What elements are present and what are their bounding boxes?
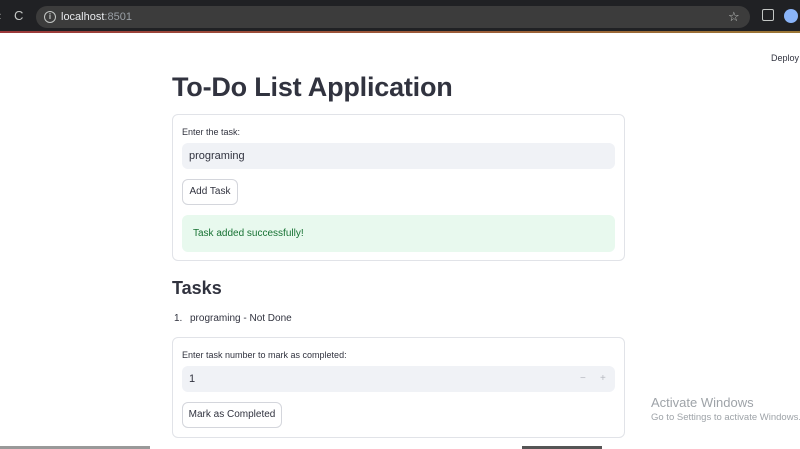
address-bar[interactable]: i localhost:8501 ☆	[36, 6, 750, 28]
add-task-button[interactable]: Add Task	[182, 179, 238, 205]
task-list: 1. programing - Not Done	[174, 312, 292, 326]
add-task-form: Enter the task: programing Add Task Task…	[172, 114, 625, 261]
mark-completed-button[interactable]: Mark as Completed	[182, 402, 282, 428]
tasks-heading: Tasks	[172, 278, 222, 298]
page-title: To-Do List Application	[172, 72, 453, 102]
profile-avatar[interactable]	[784, 9, 798, 23]
increment-button[interactable]: +	[600, 366, 606, 392]
url-port: :8501	[104, 11, 132, 23]
activate-windows-title: Activate Windows	[651, 395, 754, 410]
task-input-label: Enter the task:	[182, 127, 241, 137]
browser-toolbar: ‹ C i localhost:8501 ☆	[0, 0, 800, 33]
activate-windows-subtitle: Go to Settings to activate Windows.	[651, 412, 800, 423]
reload-icon[interactable]: C	[14, 9, 23, 23]
decrement-button[interactable]: −	[580, 366, 586, 392]
task-number-label: Enter task number to mark as completed:	[182, 350, 347, 360]
complete-task-form: Enter task number to mark as completed: …	[172, 337, 625, 438]
task-number-value: 1	[189, 373, 196, 385]
list-item: 1. programing - Not Done	[174, 312, 292, 326]
task-number: 1.	[174, 313, 183, 324]
success-alert: Task added successfully!	[182, 215, 615, 252]
header-decoration-bar	[0, 31, 800, 33]
site-info-icon[interactable]: i	[44, 11, 56, 23]
url-host: localhost	[61, 11, 105, 23]
url-text[interactable]: localhost:8501	[61, 10, 132, 24]
task-number-input[interactable]: 1 − +	[182, 366, 615, 392]
deploy-button[interactable]: Deploy	[771, 52, 799, 64]
task-text: programing - Not Done	[190, 313, 292, 324]
bookmark-star-icon[interactable]: ☆	[728, 9, 740, 25]
back-icon[interactable]: ‹	[0, 9, 1, 23]
task-input[interactable]: programing	[182, 143, 615, 169]
extensions-icon[interactable]	[762, 9, 774, 21]
